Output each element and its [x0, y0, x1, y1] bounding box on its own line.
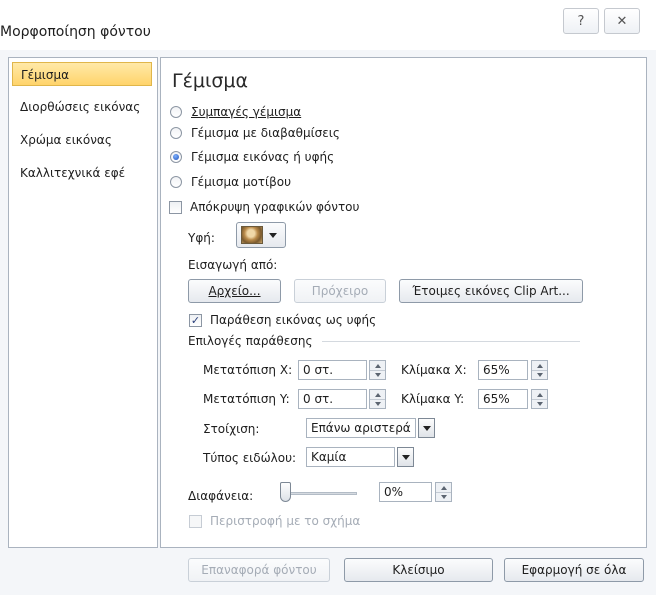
clip-art-button[interactable]: Έτοιμες εικόνες Clip Art... [399, 279, 583, 303]
category-list: Γέμισμα Διορθώσεις εικόνας Χρώμα εικόνας… [8, 57, 158, 548]
scale-x-label: Κλίμακα X: [401, 363, 467, 377]
radio-solid-fill[interactable]: Συμπαγές γέμισμα [170, 105, 301, 119]
scale-y-spinner[interactable] [531, 389, 548, 409]
close-dialog-label: Κλείσιμο [392, 563, 445, 577]
transparency-slider-track[interactable] [280, 492, 357, 495]
mirror-type-dropdown-button[interactable] [397, 447, 414, 467]
checkbox-label: Απόκρυψη γραφικών φόντου [190, 200, 360, 214]
radio-indicator[interactable] [170, 106, 182, 118]
alignment-select[interactable]: Επάνω αριστερά [306, 418, 416, 438]
offset-x-input[interactable]: 0 στ. [298, 360, 367, 380]
chevron-down-icon [269, 232, 277, 238]
checkbox-box[interactable] [169, 200, 182, 214]
sidebar-item-label: Γέμισμα [21, 68, 70, 82]
checkbox-label: Παράθεση εικόνας ως υφής [210, 313, 377, 327]
checkbox-box [189, 514, 202, 528]
close-icon: ✕ [616, 13, 628, 29]
spin-down-icon[interactable] [436, 492, 451, 501]
tiling-options-label: Επιλογές παράθεσης [188, 334, 313, 348]
sidebar-item-fill[interactable]: Γέμισμα [12, 62, 152, 86]
offset-x-spinner[interactable] [369, 360, 386, 380]
transparency-spinner[interactable] [435, 482, 452, 502]
transparency-input[interactable]: 0% [379, 482, 432, 502]
chevron-down-icon [401, 454, 410, 460]
tile-picture-checkbox[interactable]: ✓ Παράθεση εικόνας ως υφής [189, 313, 376, 327]
help-button[interactable]: ? [563, 8, 599, 34]
radio-picture-texture-fill[interactable]: Γέμισμα εικόνας ή υφής [170, 150, 334, 164]
offset-y-label: Μετατόπιση Y: [203, 392, 290, 406]
chevron-down-icon [422, 425, 431, 431]
insert-from-label: Εισαγωγή από: [188, 258, 278, 272]
close-button[interactable]: ✕ [604, 8, 640, 34]
close-dialog-button[interactable]: Κλείσιμο [344, 558, 493, 582]
radio-gradient-fill[interactable]: Γέμισμα με διαβαθμίσεις [170, 126, 340, 140]
file-button[interactable]: Αρχείο... [188, 279, 281, 303]
apply-to-all-button[interactable]: Εφαρμογή σε όλα [504, 558, 644, 582]
window-title: Μορφοποίηση φόντου [0, 24, 151, 40]
spin-down-icon[interactable] [532, 399, 547, 408]
radio-pattern-fill[interactable]: Γέμισμα μοτίβου [170, 175, 291, 189]
sidebar-item-label: Διορθώσεις εικόνας [20, 100, 141, 114]
reset-background-button: Επαναφορά φόντου [188, 558, 330, 582]
clipboard-button: Πρόχειρο [294, 279, 386, 303]
hide-background-graphics-checkbox[interactable]: Απόκρυψη γραφικών φόντου [169, 200, 359, 214]
texture-swatch-icon [241, 226, 263, 244]
sidebar-item-picture-color[interactable]: Χρώμα εικόνας [12, 128, 152, 152]
alignment-dropdown-button[interactable] [418, 418, 435, 438]
scale-x-spinner[interactable] [531, 360, 548, 380]
checkbox-box[interactable]: ✓ [189, 313, 202, 327]
spin-down-icon[interactable] [532, 370, 547, 379]
checkbox-label: Περιστροφή με το σχήμα [210, 514, 361, 528]
mirror-type-label: Τύπος ειδώλου: [203, 451, 297, 465]
radio-label: Γέμισμα με διαβαθμίσεις [191, 126, 340, 140]
offset-y-spinner[interactable] [369, 389, 386, 409]
radio-label: Γέμισμα μοτίβου [191, 175, 292, 189]
scale-x-input[interactable]: 65% [478, 360, 528, 380]
rotate-with-shape-checkbox: Περιστροφή με το σχήμα [189, 514, 360, 528]
panel-heading: Γέμισμα [172, 70, 249, 92]
alignment-label: Στοίχιση: [203, 422, 260, 436]
sidebar-item-label: Καλλιτεχνικά εφέ [20, 166, 126, 180]
scale-y-label: Κλίμακα Y: [401, 392, 465, 406]
radio-indicator[interactable] [170, 151, 182, 163]
radio-indicator[interactable] [170, 127, 182, 139]
apply-to-all-label: Εφαρμογή σε όλα [521, 563, 627, 577]
radio-label: Γέμισμα εικόνας ή υφής [191, 150, 335, 164]
sidebar-item-label: Χρώμα εικόνας [20, 133, 112, 147]
sidebar-item-picture-corrections[interactable]: Διορθώσεις εικόνας [12, 95, 152, 119]
offset-y-input[interactable]: 0 στ. [298, 389, 367, 409]
clipboard-button-label: Πρόχειρο [311, 284, 369, 298]
sidebar-item-artistic-effects[interactable]: Καλλιτεχνικά εφέ [12, 161, 152, 185]
reset-background-label: Επαναφορά φόντου [201, 563, 317, 577]
offset-x-label: Μετατόπιση X: [203, 363, 293, 377]
file-button-label: Αρχείο... [208, 284, 261, 298]
transparency-slider-thumb[interactable] [280, 482, 291, 502]
question-mark-icon: ? [577, 13, 585, 29]
spin-down-icon[interactable] [370, 399, 385, 408]
spin-down-icon[interactable] [370, 370, 385, 379]
mirror-type-select[interactable]: Καμία [306, 447, 395, 467]
texture-picker-button[interactable] [236, 222, 286, 248]
section-divider [322, 341, 580, 342]
clip-art-button-label: Έτοιμες εικόνες Clip Art... [412, 284, 570, 298]
transparency-label: Διαφάνεια: [188, 489, 254, 503]
scale-y-input[interactable]: 65% [478, 389, 528, 409]
radio-indicator[interactable] [170, 176, 182, 188]
radio-label: Συμπαγές γέμισμα [191, 105, 302, 119]
texture-label: Υφή: [188, 231, 215, 245]
